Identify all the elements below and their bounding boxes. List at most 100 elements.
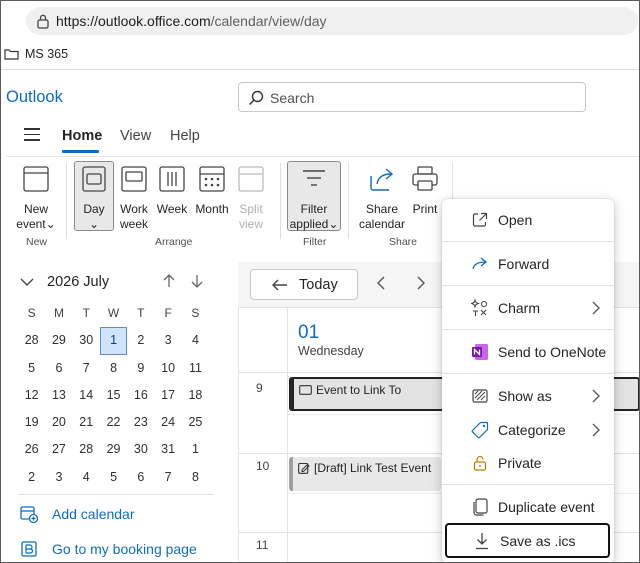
- date-cell[interactable]: 5: [100, 464, 127, 491]
- date-cell[interactable]: 4: [182, 327, 209, 354]
- date-cell[interactable]: 4: [73, 464, 100, 491]
- menu-item-label: Duplicate event: [498, 499, 595, 515]
- menu-item-label: Save as .ics: [500, 532, 576, 549]
- day-view-button[interactable]: Day ⌄: [74, 164, 114, 232]
- date-cell[interactable]: 7: [73, 355, 100, 382]
- menu-item-send-to-onenote[interactable]: Send to OneNote: [442, 337, 614, 367]
- date-cell[interactable]: 18: [182, 382, 209, 409]
- date-cell[interactable]: 6: [127, 464, 154, 491]
- date-cell[interactable]: 11: [182, 355, 209, 382]
- menu-item-open[interactable]: Open: [442, 205, 614, 235]
- date-cell[interactable]: 20: [45, 409, 72, 436]
- site-info-icon[interactable]: [36, 13, 50, 29]
- date-cell[interactable]: 30: [127, 436, 154, 463]
- date-cell[interactable]: 21: [73, 409, 100, 436]
- date-cell[interactable]: 2: [127, 327, 154, 354]
- date-cell[interactable]: 2: [18, 464, 45, 491]
- date-cell-selected[interactable]: 1: [99, 327, 128, 355]
- menu-item-forward[interactable]: Forward: [442, 249, 614, 279]
- tab-help[interactable]: Help: [170, 128, 200, 144]
- week-view-button[interactable]: Week: [156, 164, 188, 217]
- date-cell[interactable]: 6: [45, 355, 72, 382]
- add-calendar-link[interactable]: Add calendar: [20, 505, 135, 523]
- date-cell[interactable]: 3: [45, 464, 72, 491]
- date-cell[interactable]: 8: [100, 355, 127, 382]
- date-cell[interactable]: 31: [154, 436, 181, 463]
- menu-item-show-as[interactable]: Show as: [442, 381, 614, 411]
- work-week-label-2: week: [119, 217, 148, 231]
- work-week-label-1: Work: [120, 202, 148, 216]
- previous-month-icon[interactable]: [162, 273, 176, 289]
- filter-button[interactable]: Filter applied⌄: [287, 164, 341, 232]
- date-cell[interactable]: 10: [154, 355, 181, 382]
- hamburger-menu-icon[interactable]: [24, 128, 40, 142]
- mini-calendar-title[interactable]: 2026 July: [47, 274, 109, 290]
- bookmark-ms365[interactable]: MS 365: [4, 47, 68, 61]
- collapse-chevron-icon[interactable]: [20, 277, 34, 287]
- today-button[interactable]: Today: [250, 269, 358, 300]
- week-row: 5 6 7 8 9 10 11: [18, 355, 214, 382]
- address-bar[interactable]: https://outlook.office.com/calendar/view…: [26, 7, 638, 35]
- event-card[interactable]: [Draft] Link Test Event: [289, 457, 441, 491]
- weekday-label: T: [82, 306, 90, 320]
- date-cell[interactable]: 8: [182, 464, 209, 491]
- date-cell[interactable]: 3: [154, 327, 181, 354]
- duplicate-icon: [473, 498, 488, 516]
- next-day-icon[interactable]: [416, 276, 426, 290]
- share-calendar-button[interactable]: Share calendar: [356, 164, 408, 232]
- work-week-icon: [121, 166, 147, 192]
- date-cell[interactable]: 26: [18, 436, 45, 463]
- day-name: Wednesday: [298, 344, 364, 358]
- menu-item-charm[interactable]: Charm: [442, 293, 614, 323]
- month-view-button[interactable]: Month: [192, 164, 232, 217]
- tab-view[interactable]: View: [120, 128, 151, 144]
- url-path: /calendar/view/day: [210, 13, 327, 29]
- day-number[interactable]: 01: [298, 322, 319, 344]
- url-text[interactable]: https://outlook.office.com/calendar/view…: [56, 13, 327, 29]
- date-cell[interactable]: 24: [154, 409, 181, 436]
- date-cell[interactable]: 14: [73, 382, 100, 409]
- week-row: 28 29 30 1 2 3 4: [18, 327, 214, 355]
- date-cell[interactable]: 27: [45, 436, 72, 463]
- date-cell[interactable]: 29: [100, 436, 127, 463]
- work-week-button[interactable]: Work week: [116, 164, 152, 232]
- date-cell[interactable]: 19: [18, 409, 45, 436]
- date-cell[interactable]: 15: [100, 382, 127, 409]
- date-cell[interactable]: 25: [182, 409, 209, 436]
- menu-item-label: Categorize: [498, 422, 566, 438]
- date-cell[interactable]: 12: [18, 382, 45, 409]
- booking-page-link[interactable]: Go to my booking page: [20, 540, 197, 558]
- menu-item-duplicate-event[interactable]: Duplicate event: [442, 492, 614, 522]
- search-box[interactable]: Search: [238, 82, 586, 112]
- app-name[interactable]: Outlook: [6, 88, 63, 107]
- tab-home[interactable]: Home: [62, 128, 102, 144]
- menu-separator: [442, 329, 614, 330]
- print-label: Print: [412, 202, 438, 216]
- date-cell[interactable]: 9: [127, 355, 154, 382]
- date-cell[interactable]: 17: [154, 382, 181, 409]
- date-cell[interactable]: 7: [154, 464, 181, 491]
- previous-day-icon[interactable]: [376, 276, 386, 290]
- date-cell[interactable]: 1: [182, 436, 209, 463]
- menu-item-categorize[interactable]: Categorize: [442, 415, 614, 445]
- split-view-button[interactable]: Split view: [234, 164, 268, 232]
- draft-edit-icon: [298, 462, 310, 474]
- hour-label: 10: [256, 459, 270, 473]
- date-cell[interactable]: 5: [18, 355, 45, 382]
- next-month-icon[interactable]: [190, 273, 204, 289]
- date-cell[interactable]: 28: [18, 327, 45, 354]
- date-cell[interactable]: 13: [45, 382, 72, 409]
- date-cell[interactable]: 30: [73, 327, 100, 354]
- new-event-button[interactable]: New event⌄: [14, 164, 58, 232]
- add-calendar-label: Add calendar: [52, 506, 135, 522]
- week-view-label: Week: [156, 202, 188, 216]
- menu-separator: [442, 373, 614, 374]
- date-cell[interactable]: 28: [73, 436, 100, 463]
- date-cell[interactable]: 23: [127, 409, 154, 436]
- date-cell[interactable]: 29: [45, 327, 72, 354]
- print-button[interactable]: Print: [408, 164, 442, 217]
- menu-item-private[interactable]: Private: [442, 448, 614, 478]
- date-cell[interactable]: 16: [127, 382, 154, 409]
- menu-item-save-as-ics[interactable]: Save as .ics: [445, 523, 610, 558]
- date-cell[interactable]: 22: [100, 409, 127, 436]
